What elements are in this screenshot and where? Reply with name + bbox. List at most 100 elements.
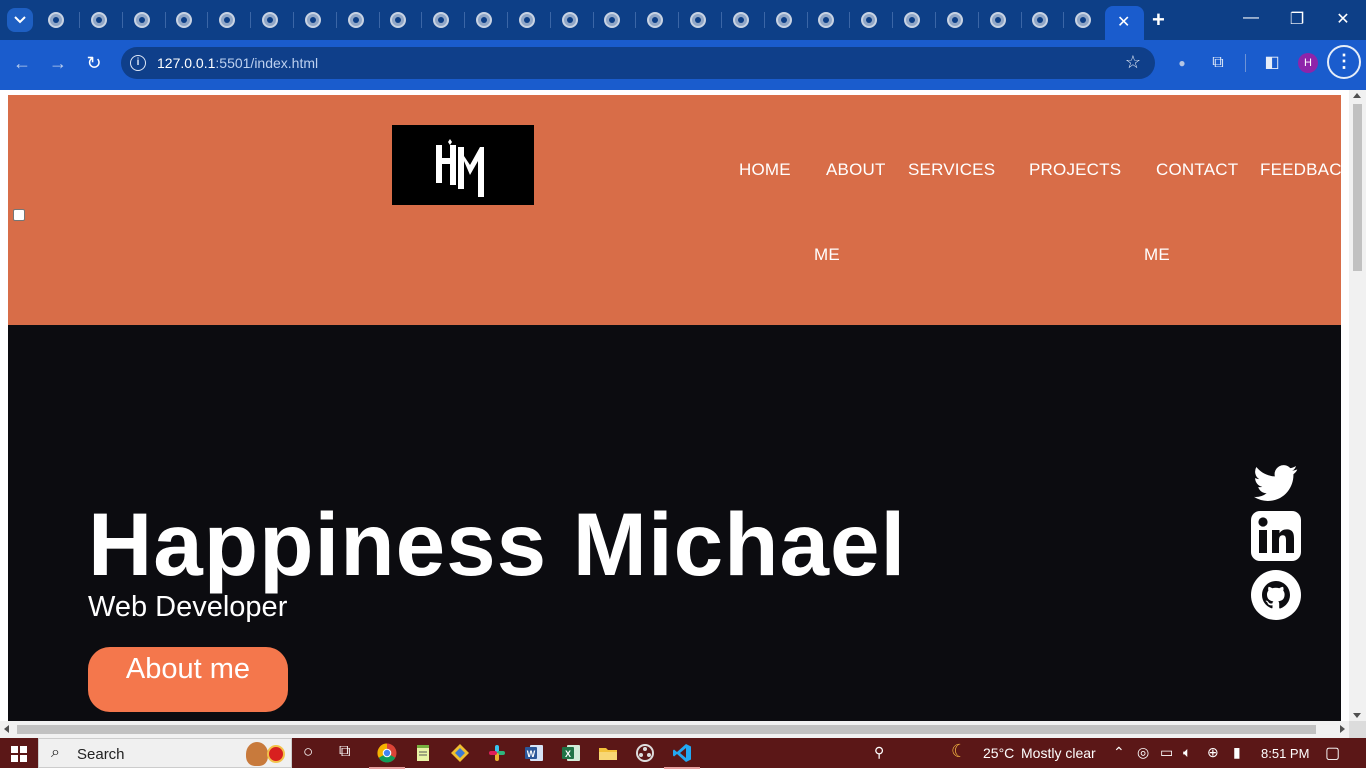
tab-separator	[378, 12, 380, 28]
extensions-puzzle-icon[interactable]: ⧉	[1207, 52, 1229, 74]
scroll-right-arrow[interactable]	[1340, 725, 1345, 733]
profile-avatar[interactable]: H	[1298, 53, 1318, 73]
clock-time[interactable]: 8:51 PM	[1261, 746, 1309, 761]
twitter-icon[interactable]	[1251, 461, 1301, 511]
browser-tab[interactable]	[646, 10, 680, 30]
scroll-left-arrow[interactable]	[4, 725, 9, 733]
menu-toggle-checkbox[interactable]	[13, 209, 25, 221]
linkedin-logo-icon	[1251, 511, 1301, 561]
horizontal-scrollbar[interactable]	[0, 721, 1349, 738]
browser-tab[interactable]	[860, 10, 894, 30]
browser-tab[interactable]	[1031, 10, 1065, 30]
volume-icon[interactable]: 🔈︎	[1183, 744, 1191, 761]
obs-taskbar-icon[interactable]	[635, 743, 655, 763]
restore-button[interactable]: ❐	[1285, 9, 1309, 29]
reload-button[interactable]: ↻	[83, 52, 105, 74]
window-close-button[interactable]: ✕	[1331, 9, 1355, 29]
vertical-scrollbar[interactable]	[1349, 90, 1366, 721]
new-tab-button[interactable]: +	[1152, 7, 1165, 33]
site-info-icon[interactable]: i	[130, 55, 146, 71]
tab-separator	[763, 12, 765, 28]
chrome-taskbar-icon[interactable]	[369, 743, 405, 769]
browser-tab[interactable]	[389, 10, 423, 30]
forward-button[interactable]: →	[47, 52, 69, 74]
taskbar-search-box[interactable]: ⌕ Search	[38, 738, 292, 768]
close-tab-icon[interactable]: ✕	[1117, 12, 1130, 32]
scroll-down-arrow[interactable]	[1353, 713, 1361, 718]
bookmark-star-icon[interactable]: ☆	[1125, 52, 1141, 73]
side-panel-icon[interactable]: ◧	[1261, 52, 1283, 74]
git-taskbar-icon[interactable]	[450, 743, 470, 763]
nav-projects[interactable]: PROJECTS	[1029, 160, 1121, 180]
nav-contact-line2[interactable]: ME	[1144, 245, 1170, 265]
nav-services[interactable]: SERVICES	[908, 160, 995, 180]
browser-tab[interactable]	[1074, 10, 1108, 30]
excel-taskbar-icon[interactable]: X	[561, 743, 581, 763]
notepad-taskbar-icon[interactable]	[413, 743, 433, 763]
browser-tab[interactable]	[261, 10, 294, 30]
horizontal-scroll-thumb[interactable]	[17, 725, 1316, 734]
search-icon: ⌕	[51, 744, 60, 761]
nav-contact[interactable]: CONTACT	[1156, 160, 1238, 180]
battery-icon[interactable]: ▭	[1160, 744, 1173, 761]
active-tab[interactable]: ✕	[1105, 6, 1144, 40]
browser-tab[interactable]	[946, 10, 979, 30]
site-logo[interactable]	[392, 125, 534, 205]
tab-search-button[interactable]	[7, 8, 33, 32]
github-icon[interactable]	[1251, 570, 1301, 620]
vscode-icon	[673, 744, 691, 762]
extension-icon[interactable]: ●	[1171, 52, 1193, 74]
browser-menu-icon[interactable]: ⋮	[1327, 45, 1361, 79]
people-icon[interactable]: ⚲	[874, 744, 884, 761]
browser-tab[interactable]	[603, 10, 637, 30]
show-hidden-icons-chevron-icon[interactable]: ⌃	[1113, 744, 1125, 761]
cortana-icon[interactable]: ○	[303, 742, 313, 762]
windows-start-icon[interactable]	[11, 746, 27, 762]
browser-tab[interactable]	[347, 10, 380, 30]
minimize-button[interactable]: —	[1239, 9, 1263, 27]
about-me-button[interactable]: About me	[88, 647, 288, 712]
browser-tab[interactable]	[218, 10, 252, 30]
word-taskbar-icon[interactable]: W	[524, 743, 544, 763]
browser-tab[interactable]	[133, 10, 166, 30]
browser-tab[interactable]	[817, 10, 851, 30]
address-bar[interactable]: i 127.0.0.1:5501/index.html ☆	[121, 47, 1155, 79]
browser-tab[interactable]	[989, 10, 1022, 30]
nav-home[interactable]: HOME	[739, 160, 791, 180]
browser-tab[interactable]	[561, 10, 594, 30]
task-view-icon[interactable]: ⧉	[339, 743, 350, 761]
nav-about-line2[interactable]: ME	[814, 245, 840, 265]
browser-tab[interactable]	[304, 10, 337, 30]
browser-tab[interactable]	[689, 10, 722, 30]
browser-tab[interactable]	[47, 10, 80, 30]
vertical-scroll-thumb[interactable]	[1353, 104, 1362, 271]
back-button[interactable]: ←	[11, 52, 33, 74]
hm-logo-icon	[436, 139, 484, 197]
scroll-up-arrow[interactable]	[1353, 93, 1361, 98]
url-text[interactable]: 127.0.0.1:5501/index.html	[157, 55, 318, 71]
svg-text:X: X	[565, 749, 571, 759]
browser-tab[interactable]	[432, 10, 466, 30]
browser-tab[interactable]	[90, 10, 123, 30]
slack-taskbar-icon[interactable]	[487, 743, 507, 763]
microphone-icon[interactable]: ▮	[1233, 744, 1241, 761]
browser-tab[interactable]	[518, 10, 551, 30]
browser-tab[interactable]	[475, 10, 508, 30]
browser-tab[interactable]	[175, 10, 209, 30]
vscode-taskbar-icon[interactable]	[664, 743, 700, 769]
browser-tab[interactable]	[732, 10, 765, 30]
network-globe-icon[interactable]: ⊕	[1207, 744, 1219, 761]
linkedin-icon[interactable]	[1251, 511, 1301, 561]
tab-favicon-globe-icon	[690, 12, 706, 28]
weather-moon-icon[interactable]: ☾	[951, 741, 967, 762]
browser-tab[interactable]	[775, 10, 808, 30]
file-explorer-taskbar-icon[interactable]	[598, 743, 618, 763]
weather-description[interactable]: Mostly clear	[1021, 745, 1096, 761]
nav-about[interactable]: ABOUT	[826, 160, 886, 180]
browser-tab[interactable]	[903, 10, 936, 30]
meet-now-icon[interactable]: ◎	[1137, 744, 1149, 761]
notifications-icon[interactable]: ▢	[1325, 743, 1340, 763]
nav-feedback[interactable]: FEEDBACK	[1260, 160, 1349, 180]
weather-temp[interactable]: 25°C	[983, 745, 1014, 761]
url-host: 127.0.0.1	[157, 55, 216, 71]
